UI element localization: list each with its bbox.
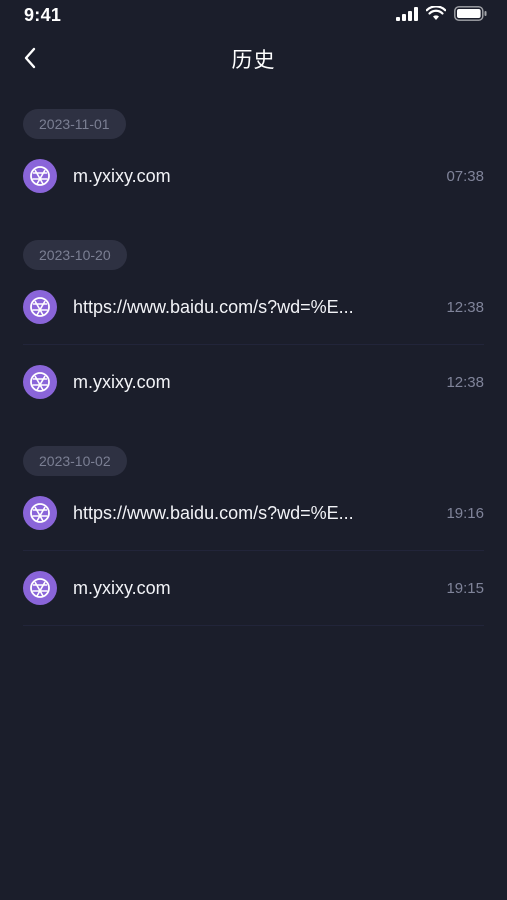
history-item-time: 12:38 — [446, 373, 484, 391]
date-chip: 2023-10-02 — [23, 446, 127, 476]
date-chip: 2023-10-20 — [23, 240, 127, 270]
history-item-title: https://www.baidu.com/s?wd=%E... — [73, 502, 354, 523]
status-icons — [396, 6, 487, 21]
globe-icon — [23, 496, 57, 530]
history-item-title: m.yxixy.com — [73, 371, 171, 392]
signal-icon — [396, 6, 418, 21]
history-item-time: 19:15 — [446, 579, 484, 597]
history-item-time: 19:16 — [446, 504, 484, 522]
history-list: 2023-11-01 m.yxixy.com 07:38 2023-10-20 … — [0, 100, 507, 626]
globe-icon — [23, 571, 57, 605]
history-item[interactable]: m.yxixy.com 19:15 — [23, 551, 484, 626]
globe-icon — [23, 290, 57, 324]
history-item[interactable]: m.yxixy.com 12:38 — [23, 345, 484, 419]
history-item-title: m.yxixy.com — [73, 165, 171, 186]
globe-icon — [23, 159, 57, 193]
history-item-time: 12:38 — [446, 298, 484, 316]
wifi-icon — [426, 6, 446, 20]
history-item[interactable]: https://www.baidu.com/s?wd=%E... 19:16 — [23, 476, 484, 551]
history-item-title: https://www.baidu.com/s?wd=%E... — [73, 296, 354, 317]
battery-icon — [454, 6, 487, 21]
status-time: 9:41 — [24, 5, 62, 25]
history-group: 2023-10-02 https://www.baidu.com/s?wd=%E… — [0, 437, 507, 626]
history-group: 2023-10-20 https://www.baidu.com/s?wd=%E… — [0, 231, 507, 419]
history-group: 2023-11-01 m.yxixy.com 07:38 — [0, 100, 507, 213]
globe-icon — [23, 365, 57, 399]
history-item-title: m.yxixy.com — [73, 577, 171, 598]
history-item-time: 07:38 — [446, 167, 484, 185]
page-title: 历史 — [231, 49, 276, 72]
status-bar: 9:41 — [0, 0, 507, 32]
history-item[interactable]: m.yxixy.com 07:38 — [23, 139, 484, 213]
history-item[interactable]: https://www.baidu.com/s?wd=%E... 12:38 — [23, 270, 484, 345]
date-chip: 2023-11-01 — [23, 109, 126, 139]
nav-bar: 历史 — [0, 32, 507, 84]
